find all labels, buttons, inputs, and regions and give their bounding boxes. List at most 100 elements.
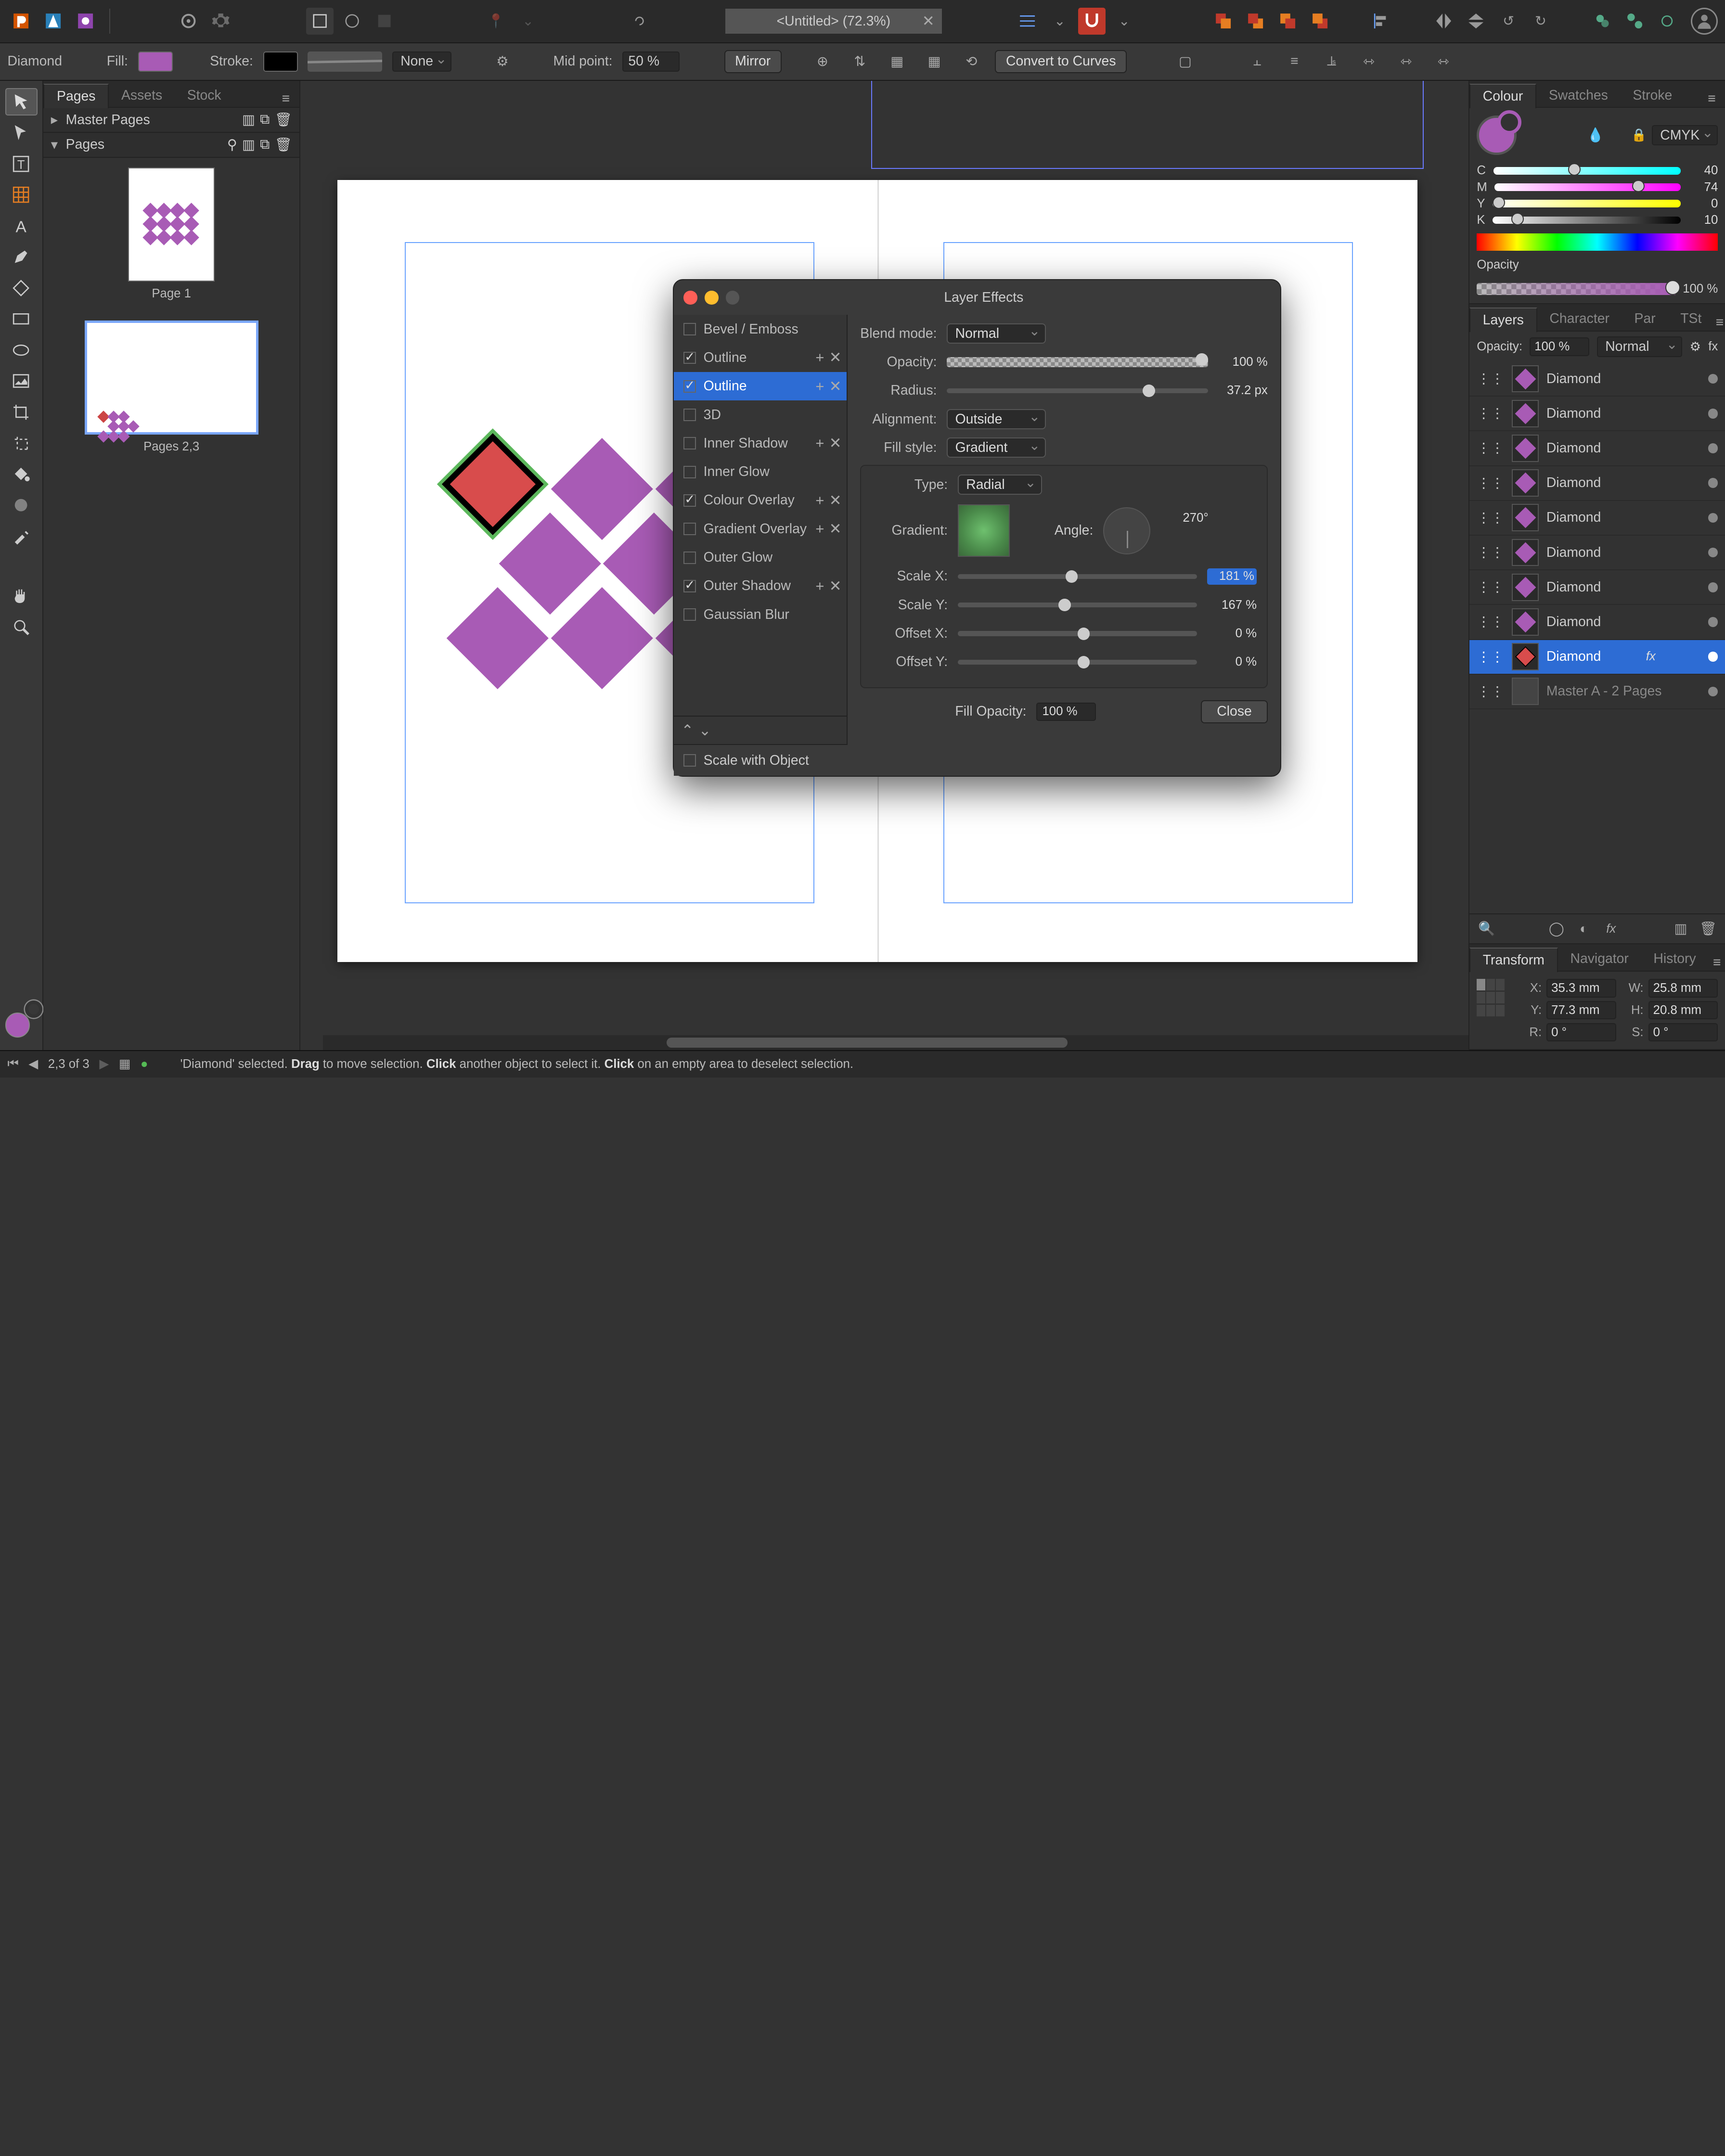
layer-row[interactable]: ⋮⋮Diamond xyxy=(1469,501,1725,536)
remove-fx-icon[interactable]: ✕ xyxy=(829,349,842,366)
app-photo-icon[interactable] xyxy=(72,8,99,35)
visibility-dot-icon[interactable] xyxy=(1708,409,1718,419)
align-middle-icon[interactable]: ≡ xyxy=(1281,48,1308,76)
gradient-preview[interactable] xyxy=(958,504,1010,556)
remove-fx-icon[interactable]: ✕ xyxy=(829,520,842,538)
pen-tool[interactable] xyxy=(5,243,38,270)
tab-textstyles[interactable]: TSt xyxy=(1668,308,1714,331)
colour-well[interactable] xyxy=(1477,116,1517,155)
tab-history[interactable]: History xyxy=(1641,947,1709,970)
view-tool-hand[interactable] xyxy=(5,582,38,609)
remove-fx-icon[interactable]: ✕ xyxy=(829,435,842,452)
fill-swatch[interactable] xyxy=(138,51,173,71)
flip-h-icon[interactable] xyxy=(1430,8,1458,35)
transform-h[interactable] xyxy=(1648,1001,1718,1019)
scaley-slider[interactable] xyxy=(958,603,1197,607)
transform-s[interactable] xyxy=(1648,1023,1718,1041)
k-slider[interactable] xyxy=(1493,217,1681,224)
next-page-icon[interactable]: ▶ xyxy=(99,1057,109,1071)
pin-icon[interactable]: 📍 xyxy=(482,8,510,35)
layer-blend-dropdown[interactable]: Normal xyxy=(1597,336,1682,357)
visibility-dot-icon[interactable] xyxy=(1708,617,1718,627)
visibility-dot-icon[interactable] xyxy=(1708,687,1718,697)
node-tool[interactable] xyxy=(5,119,38,147)
visibility-dot-icon[interactable] xyxy=(1708,513,1718,523)
flip-v-icon[interactable] xyxy=(1463,8,1490,35)
delete-layer-icon[interactable]: 🗑 xyxy=(1698,919,1718,939)
layer-row[interactable]: ⋮⋮Diamond xyxy=(1469,397,1725,431)
baseline-icon[interactable] xyxy=(1014,8,1041,35)
lock-icon[interactable]: 🔒 xyxy=(1631,128,1647,142)
tab-stock[interactable]: Stock xyxy=(175,84,234,107)
c-slider[interactable] xyxy=(1493,167,1681,174)
fx-outer-glow[interactable]: Outer Glow xyxy=(674,543,847,572)
layer-row[interactable]: ⋮⋮Diamond xyxy=(1469,362,1725,397)
close-doc-icon[interactable]: ✕ xyxy=(922,13,935,30)
artistic-text-tool[interactable]: A xyxy=(5,212,38,240)
app-designer-icon[interactable] xyxy=(39,8,67,35)
table-tool[interactable] xyxy=(5,181,38,209)
transform-origin-icon[interactable]: ⊕ xyxy=(809,48,837,76)
shape-tool[interactable] xyxy=(5,274,38,302)
angle-wheel[interactable] xyxy=(1103,507,1150,554)
fx-icon[interactable]: fx xyxy=(1601,919,1621,939)
first-page-icon[interactable]: ⏮ xyxy=(7,1057,18,1071)
distribute-h-icon[interactable]: ⇿ xyxy=(1355,48,1383,76)
transform-y[interactable] xyxy=(1546,1001,1616,1019)
align-bottom-icon[interactable]: ⫡ xyxy=(1318,48,1345,76)
move-up-icon[interactable]: ⌃ xyxy=(681,722,694,739)
panel-menu-icon[interactable]: ≡ xyxy=(272,91,299,107)
tab-navigator[interactable]: Navigator xyxy=(1558,947,1641,970)
horizontal-scrollbar[interactable] xyxy=(323,1035,1468,1050)
layer-row[interactable]: ⋮⋮Diamond xyxy=(1469,466,1725,501)
page-thumb-1[interactable] xyxy=(128,167,215,282)
chevron-down-icon[interactable]: ⌄ xyxy=(1110,8,1138,35)
fx-bevel-emboss[interactable]: Bevel / Emboss xyxy=(674,315,847,343)
radius-slider[interactable] xyxy=(947,388,1208,393)
prev-page-icon[interactable]: ◀ xyxy=(28,1057,38,1071)
mask-icon[interactable]: ◯ xyxy=(1546,919,1566,939)
add-page-icon[interactable]: ▥ xyxy=(242,137,255,153)
fx-gradient-overlay[interactable]: Gradient Overlay+✕ xyxy=(674,515,847,543)
layer-row-selected[interactable]: ⋮⋮Diamondfx xyxy=(1469,640,1725,675)
rotate-ccw-icon[interactable]: ↺ xyxy=(1495,8,1522,35)
transform-w[interactable] xyxy=(1648,979,1718,997)
dup-fx-icon[interactable]: + xyxy=(815,492,824,509)
move-down-icon[interactable]: ⌄ xyxy=(699,722,711,739)
fx-colour-overlay[interactable]: Colour Overlay+✕ xyxy=(674,486,847,514)
picture-frame-tool[interactable] xyxy=(5,367,38,395)
fill-opacity-input[interactable] xyxy=(1036,703,1096,721)
chevron-down-icon[interactable]: ⌄ xyxy=(515,8,542,35)
window-close-icon[interactable] xyxy=(683,291,697,304)
visibility-dot-icon[interactable] xyxy=(1708,374,1718,384)
view-mode-2-icon[interactable] xyxy=(338,8,366,35)
y-slider[interactable] xyxy=(1493,200,1681,207)
move-tool[interactable] xyxy=(5,88,38,116)
panel-menu-icon[interactable]: ≡ xyxy=(1714,315,1725,331)
pages-header[interactable]: ▾Pages ⚲▥⧉🗑 xyxy=(43,133,299,158)
gear-icon[interactable]: ⚙ xyxy=(1690,340,1701,354)
convert-curves-button[interactable]: Convert to Curves xyxy=(995,50,1127,73)
app-publisher-icon[interactable] xyxy=(7,8,35,35)
fx-inner-shadow[interactable]: Inner Shadow+✕ xyxy=(674,429,847,458)
opacity-slider[interactable] xyxy=(947,357,1208,367)
group-icon[interactable] xyxy=(1589,8,1616,35)
link-icon[interactable] xyxy=(626,8,654,35)
zoom-tool[interactable] xyxy=(5,613,38,641)
crop-tool[interactable] xyxy=(5,398,38,426)
tab-stroke[interactable]: Stroke xyxy=(1621,84,1685,107)
vector-crop-tool[interactable] xyxy=(5,429,38,457)
dialog-titlebar[interactable]: Layer Effects xyxy=(674,280,1280,315)
distribute-v-icon[interactable]: ⇿ xyxy=(1392,48,1420,76)
ungroup-icon[interactable] xyxy=(1621,8,1648,35)
rotate-cw-icon[interactable]: ↻ xyxy=(1527,8,1555,35)
transform-mode-icon[interactable]: ⇅ xyxy=(846,48,874,76)
master-pages-header[interactable]: ▸Master Pages ▥⧉🗑 xyxy=(43,108,299,133)
fill-tool[interactable] xyxy=(5,461,38,488)
adjustment-icon[interactable]: ◐ xyxy=(1574,919,1594,939)
arrange-forward-icon[interactable] xyxy=(1274,8,1301,35)
blend-mode-select[interactable]: Normal xyxy=(947,323,1046,344)
colour-mode-dropdown[interactable]: CMYK xyxy=(1652,125,1718,145)
close-button[interactable]: Close xyxy=(1201,700,1267,723)
gear-icon[interactable]: ⚙ xyxy=(489,48,516,76)
